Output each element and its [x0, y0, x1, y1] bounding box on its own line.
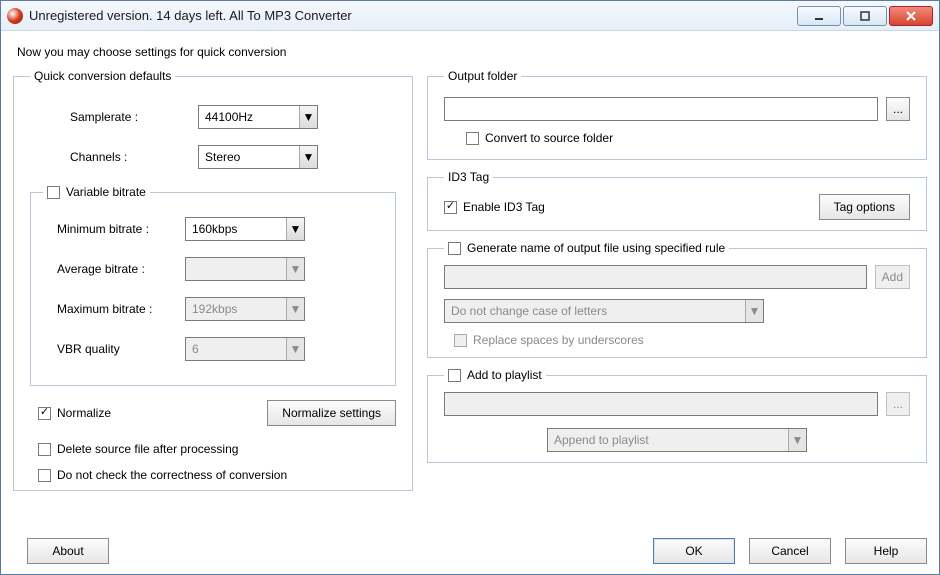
avg-bitrate-select: ▼: [185, 257, 305, 281]
min-bitrate-select[interactable]: 160kbps ▼: [185, 217, 305, 241]
generate-case-value: Do not change case of letters: [445, 304, 745, 318]
id3-tag-legend: ID3 Tag: [444, 170, 493, 184]
checkbox-icon: [444, 201, 457, 214]
replace-spaces-label: Replace spaces by underscores: [473, 333, 644, 347]
delete-source-label: Delete source file after processing: [57, 442, 238, 456]
generate-name-legend: Generate name of output file using speci…: [444, 241, 729, 255]
channels-select[interactable]: Stereo ▼: [198, 145, 318, 169]
samplerate-value: 44100Hz: [199, 110, 299, 124]
checkbox-icon: [466, 132, 479, 145]
min-bitrate-value: 160kbps: [186, 222, 286, 236]
tag-options-button[interactable]: Tag options: [819, 194, 910, 220]
playlist-input: [444, 392, 878, 416]
window-title: Unregistered version. 14 days left. All …: [29, 8, 797, 23]
output-folder-input[interactable]: [444, 97, 878, 121]
chevron-down-icon: ▼: [286, 258, 304, 280]
samplerate-select[interactable]: 44100Hz ▼: [198, 105, 318, 129]
chevron-down-icon: ▼: [286, 338, 304, 360]
checkbox-icon: [38, 443, 51, 456]
checkbox-icon: [47, 186, 60, 199]
checkbox-icon: [448, 242, 461, 255]
max-bitrate-value: 192kbps: [186, 302, 286, 316]
minimize-button[interactable]: [797, 6, 841, 26]
maximize-button[interactable]: [843, 6, 887, 26]
add-to-playlist-group: Add to playlist ... Append to playlist ▼: [427, 368, 927, 463]
generate-name-input: [444, 265, 867, 289]
vbr-quality-select: 6 ▼: [185, 337, 305, 361]
vbr-quality-value: 6: [186, 342, 286, 356]
id3-tag-group: ID3 Tag Enable ID3 Tag Tag options: [427, 170, 927, 231]
normalize-label: Normalize: [57, 406, 111, 420]
variable-bitrate-checkbox[interactable]: Variable bitrate: [47, 185, 146, 199]
min-bitrate-label: Minimum bitrate :: [57, 222, 185, 236]
convert-source-checkbox[interactable]: Convert to source folder: [466, 131, 910, 145]
variable-bitrate-legend: Variable bitrate: [43, 185, 150, 199]
chevron-down-icon: ▼: [745, 300, 763, 322]
playlist-mode-value: Append to playlist: [548, 433, 788, 447]
vbr-quality-label: VBR quality: [57, 342, 185, 356]
enable-id3-label: Enable ID3 Tag: [463, 200, 545, 214]
quick-defaults-legend: Quick conversion defaults: [30, 69, 175, 83]
output-folder-group: Output folder ... Convert to source fold…: [427, 69, 927, 160]
avg-bitrate-label: Average bitrate :: [57, 262, 185, 276]
chevron-down-icon: ▼: [286, 298, 304, 320]
output-folder-legend: Output folder: [444, 69, 521, 83]
no-check-label: Do not check the correctness of conversi…: [57, 468, 287, 482]
cancel-button[interactable]: Cancel: [749, 538, 831, 564]
checkbox-icon: [454, 334, 467, 347]
playlist-mode-select: Append to playlist ▼: [547, 428, 807, 452]
playlist-browse-button: ...: [886, 392, 910, 416]
convert-source-label: Convert to source folder: [485, 131, 613, 145]
variable-bitrate-group: Variable bitrate Minimum bitrate : 160kb…: [30, 185, 396, 386]
channels-value: Stereo: [199, 150, 299, 164]
generate-name-checkbox[interactable]: Generate name of output file using speci…: [448, 241, 725, 255]
no-check-checkbox[interactable]: Do not check the correctness of conversi…: [38, 468, 287, 482]
chevron-down-icon: ▼: [299, 146, 317, 168]
variable-bitrate-label: Variable bitrate: [66, 185, 146, 199]
normalize-checkbox[interactable]: Normalize: [38, 406, 111, 420]
quick-defaults-group: Quick conversion defaults Samplerate : 4…: [13, 69, 413, 491]
normalize-settings-button[interactable]: Normalize settings: [267, 400, 396, 426]
checkbox-icon: [38, 407, 51, 420]
max-bitrate-label: Maximum bitrate :: [57, 302, 185, 316]
max-bitrate-select: 192kbps ▼: [185, 297, 305, 321]
generate-name-add-button: Add: [875, 265, 910, 289]
generate-name-group: Generate name of output file using speci…: [427, 241, 927, 358]
chevron-down-icon: ▼: [286, 218, 304, 240]
about-button[interactable]: About: [27, 538, 109, 564]
ok-button[interactable]: OK: [653, 538, 735, 564]
enable-id3-checkbox[interactable]: Enable ID3 Tag: [444, 200, 545, 214]
checkbox-icon: [448, 369, 461, 382]
output-folder-browse-button[interactable]: ...: [886, 97, 910, 121]
channels-label: Channels :: [70, 150, 198, 164]
add-to-playlist-legend: Add to playlist: [444, 368, 546, 382]
app-icon: [7, 8, 23, 24]
delete-source-checkbox[interactable]: Delete source file after processing: [38, 442, 238, 456]
close-button[interactable]: [889, 6, 933, 26]
add-to-playlist-label: Add to playlist: [467, 368, 542, 382]
help-button[interactable]: Help: [845, 538, 927, 564]
chevron-down-icon: ▼: [299, 106, 317, 128]
checkbox-icon: [38, 469, 51, 482]
generate-case-select: Do not change case of letters ▼: [444, 299, 764, 323]
chevron-down-icon: ▼: [788, 429, 806, 451]
replace-spaces-checkbox: Replace spaces by underscores: [454, 333, 910, 347]
intro-text: Now you may choose settings for quick co…: [17, 45, 923, 59]
samplerate-label: Samplerate :: [70, 110, 198, 124]
generate-name-label: Generate name of output file using speci…: [467, 241, 725, 255]
add-to-playlist-checkbox[interactable]: Add to playlist: [448, 368, 542, 382]
titlebar: Unregistered version. 14 days left. All …: [1, 1, 939, 31]
